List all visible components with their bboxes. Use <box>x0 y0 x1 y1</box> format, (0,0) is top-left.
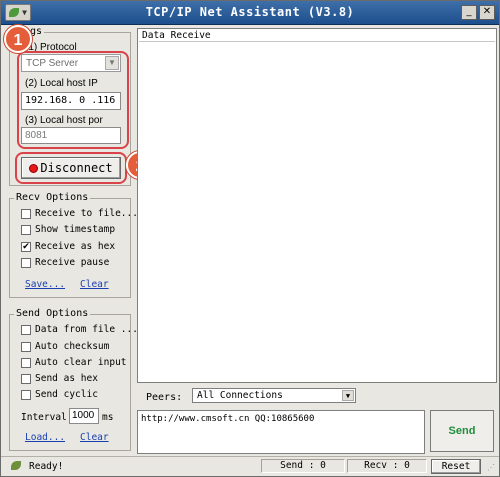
peers-label: Peers: <box>146 392 183 403</box>
checkbox[interactable] <box>21 374 31 384</box>
status-text: Ready! <box>29 461 64 472</box>
reset-button[interactable]: Reset <box>431 459 481 474</box>
receive-panel: Data Receive <box>137 28 497 383</box>
step-badge-1: 1 <box>4 25 32 53</box>
highlight-box-disconnect <box>15 152 127 184</box>
send-button[interactable]: Send <box>430 410 494 452</box>
close-button[interactable]: ✕ <box>479 5 495 20</box>
close-icon: ✕ <box>482 6 492 17</box>
recv-counter: Recv : 0 <box>347 459 427 473</box>
window-title: TCP/IP Net Assistant (V3.8) <box>145 5 355 19</box>
checkbox[interactable] <box>21 358 31 368</box>
minimize-button[interactable]: _ <box>461 5 477 20</box>
checkbox[interactable] <box>21 225 31 235</box>
send-clear-link[interactable]: Clear <box>80 432 109 443</box>
receive-title: Data Receive <box>142 30 211 41</box>
send-options-title: Send Options <box>14 308 91 319</box>
send-option-label: Auto clear input <box>35 357 127 368</box>
recv-option-label: Receive as hex <box>35 241 116 252</box>
send-counter: Send : 0 <box>261 459 345 473</box>
recv-clear-link[interactable]: Clear <box>80 279 109 290</box>
app-window: ▼ TCP/IP Net Assistant (V3.8) _ ✕ ings (… <box>0 0 500 477</box>
highlight-box-settings <box>17 51 129 149</box>
peers-select[interactable]: All Connections ▼ <box>192 388 356 403</box>
send-option-label: Send as hex <box>35 373 98 384</box>
send-option-label: Auto checksum <box>35 341 110 352</box>
minimize-icon: _ <box>466 6 472 17</box>
checkbox[interactable] <box>21 342 31 352</box>
checkbox[interactable] <box>21 258 31 268</box>
interval-input[interactable]: 1000 <box>69 408 99 424</box>
status-bar: Ready! Send : 0 Recv : 0 Reset ⋰ <box>1 456 499 476</box>
checkbox[interactable] <box>21 325 31 335</box>
checkmark-icon: ✔ <box>22 242 30 252</box>
checkbox[interactable] <box>21 390 31 400</box>
checkbox[interactable] <box>21 209 31 219</box>
chevron-down-icon: ▼ <box>342 390 354 401</box>
title-bar: ▼ TCP/IP Net Assistant (V3.8) _ ✕ <box>1 1 499 25</box>
send-option-label: Send cyclic <box>35 389 98 400</box>
recv-options-title: Recv Options <box>14 192 91 203</box>
save-link[interactable]: Save... <box>25 279 65 290</box>
recv-option-label: Receive to file... <box>35 208 138 219</box>
resize-grip-icon[interactable]: ⋰ <box>487 463 495 472</box>
recv-option-label: Show timestamp <box>35 224 116 235</box>
checkbox-checked[interactable]: ✔ <box>21 242 31 252</box>
send-option-label: Data from file ... <box>35 324 138 335</box>
status-leaf-icon <box>9 460 23 472</box>
interval-unit: ms <box>102 412 114 423</box>
receive-area[interactable] <box>139 41 495 381</box>
peers-value: All Connections <box>197 390 283 401</box>
recv-option-label: Receive pause <box>35 257 110 268</box>
send-input[interactable]: http://www.cmsoft.cn QQ:10865600 <box>137 410 425 454</box>
load-link[interactable]: Load... <box>25 432 65 443</box>
interval-label: Interval <box>21 412 67 423</box>
